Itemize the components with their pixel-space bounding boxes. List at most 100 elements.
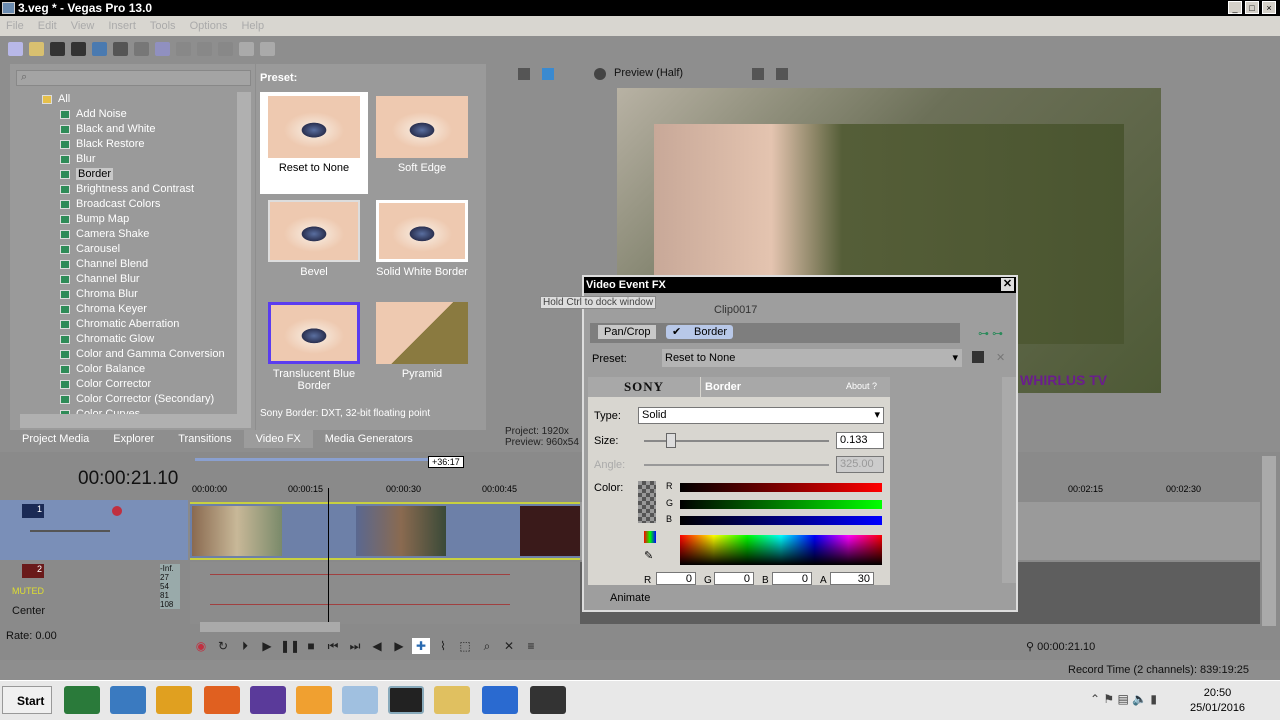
go-to-start-icon[interactable]: ⏮ <box>324 638 342 654</box>
explorer-taskbar-icon[interactable] <box>434 686 470 714</box>
selection-tool-icon[interactable]: ⬚ <box>456 638 474 654</box>
preset-soft-edge[interactable]: Soft Edge <box>368 96 476 174</box>
menu-edit[interactable]: Edit <box>38 16 57 36</box>
tree-item-black-restore[interactable]: Black Restore <box>20 137 236 152</box>
tab-media-generators[interactable]: Media Generators <box>313 430 425 448</box>
normal-edit-tool-icon[interactable]: ✚ <box>412 638 430 654</box>
g-input[interactable]: 0 <box>714 572 754 585</box>
size-slider-thumb[interactable] <box>666 433 676 448</box>
tree-item-blur[interactable]: Blur <box>20 152 236 167</box>
taskbar-app-icon[interactable] <box>110 686 146 714</box>
tree-item-broadcast-colors[interactable]: Broadcast Colors <box>20 197 236 212</box>
trim-icon[interactable]: ≡ <box>522 638 540 654</box>
new-icon[interactable] <box>8 42 23 56</box>
color-swatch[interactable] <box>638 481 656 523</box>
copy-icon[interactable] <box>155 42 170 56</box>
next-frame-icon[interactable]: ▶ <box>390 638 408 654</box>
tree-item-carousel[interactable]: Carousel <box>20 242 236 257</box>
tab-explorer[interactable]: Explorer <box>101 430 166 448</box>
tree-item-chromatic-glow[interactable]: Chromatic Glow <box>20 332 236 347</box>
tree-item-channel-blend[interactable]: Channel Blend <box>20 257 236 272</box>
headphones-icon[interactable] <box>530 686 566 714</box>
redo-icon[interactable] <box>218 42 233 56</box>
timeline-scrollbar[interactable] <box>200 622 340 632</box>
tree-horizontal-scrollbar[interactable] <box>20 414 251 428</box>
red-slider[interactable] <box>680 483 882 492</box>
save-preset-icon[interactable] <box>972 351 984 363</box>
system-tray-icons[interactable]: ⌃ ⚑ ▤ 🔈 ▮ <box>1090 692 1157 706</box>
color-spectrum[interactable] <box>680 535 882 565</box>
tab-transitions[interactable]: Transitions <box>166 430 243 448</box>
firefox-icon[interactable] <box>204 686 240 714</box>
angle-input[interactable]: 325.00 <box>836 456 884 473</box>
save-icon[interactable] <box>50 42 65 56</box>
composite-level-slider[interactable] <box>30 530 110 532</box>
taskbar-app-icon[interactable] <box>296 686 332 714</box>
eyedropper-icon[interactable]: ✎ <box>644 549 653 562</box>
dialog-title-bar[interactable]: Video Event FX ✕ <box>584 277 1016 293</box>
dialog-vertical-scrollbar[interactable] <box>1002 377 1016 583</box>
envelope-tool-icon[interactable]: ⌇ <box>434 638 452 654</box>
animate-button[interactable]: Animate <box>610 592 650 604</box>
tree-item-black-and-white[interactable]: Black and White <box>20 122 236 137</box>
previous-frame-icon[interactable]: ◀ <box>368 638 386 654</box>
delete-icon[interactable]: ✕ <box>500 638 518 654</box>
tree-item-chromatic-aberration[interactable]: Chromatic Aberration <box>20 317 236 332</box>
r-input[interactable]: 0 <box>656 572 696 585</box>
taskbar-app-icon[interactable] <box>156 686 192 714</box>
tree-item-color-curves[interactable]: Color Curves <box>20 407 236 414</box>
green-slider[interactable] <box>680 500 882 509</box>
preset-solid-white-border[interactable]: Solid White Border <box>368 200 476 278</box>
taskbar-app-icon[interactable] <box>250 686 286 714</box>
external-monitor-icon[interactable] <box>542 68 554 80</box>
tree-item-brightness-and-contrast[interactable]: Brightness and Contrast <box>20 182 236 197</box>
render-icon[interactable] <box>92 42 107 56</box>
zoom-tool-icon[interactable]: ⌕ <box>478 638 496 654</box>
preset-pyramid[interactable]: Pyramid <box>368 302 476 380</box>
menu-options[interactable]: Options <box>190 16 228 36</box>
fx-chain-pan-crop[interactable]: Pan/Crop <box>598 325 657 339</box>
angle-slider[interactable] <box>644 464 829 466</box>
record-icon[interactable]: ◉ <box>192 638 210 654</box>
video-track-lane[interactable] <box>190 502 580 560</box>
menu-insert[interactable]: Insert <box>108 16 136 36</box>
stop-icon[interactable]: ■ <box>302 638 320 654</box>
tree-item-border[interactable]: Border <box>20 167 236 182</box>
video-track-header[interactable]: 1 <box>0 500 188 560</box>
tree-item-bump-map[interactable]: Bump Map <box>20 212 236 227</box>
preset-bevel[interactable]: Bevel <box>260 200 368 278</box>
tree-item-all[interactable]: All <box>20 92 236 107</box>
b-input[interactable]: 0 <box>772 572 812 585</box>
playhead-cursor[interactable] <box>328 488 329 624</box>
video-clip[interactable] <box>356 506 446 556</box>
save-as-icon[interactable] <box>71 42 86 56</box>
vegas-taskbar-icon[interactable] <box>388 686 424 714</box>
tab-project-media[interactable]: Project Media <box>10 430 101 448</box>
menu-help[interactable]: Help <box>241 16 264 36</box>
preset-translucent-blue-border[interactable]: Translucent Blue Border <box>260 302 368 392</box>
type-dropdown[interactable]: Solid ▾ <box>638 407 884 424</box>
a-input[interactable]: 30 <box>830 572 874 585</box>
tree-item-chroma-blur[interactable]: Chroma Blur <box>20 287 236 302</box>
taskbar-app-icon[interactable] <box>482 686 518 714</box>
cut-icon[interactable] <box>134 42 149 56</box>
taskbar-app-icon[interactable] <box>342 686 378 714</box>
undo-icon[interactable] <box>197 42 212 56</box>
preview-quality-dropdown[interactable]: Preview (Half) <box>614 67 683 79</box>
dialog-close-button[interactable]: ✕ <box>1001 278 1014 291</box>
tree-item-color-corrector-secondary[interactable]: Color Corrector (Secondary) <box>20 392 236 407</box>
minimize-button[interactable]: _ <box>1228 1 1242 14</box>
fx-plugin-chain-icon[interactable]: ⊶ ⊶ <box>978 327 1003 340</box>
tree-item-color-corrector[interactable]: Color Corrector <box>20 377 236 392</box>
go-to-end-icon[interactable]: ⏭ <box>346 638 364 654</box>
menu-view[interactable]: View <box>71 16 95 36</box>
tree-item-channel-blur[interactable]: Channel Blur <box>20 272 236 287</box>
pause-icon[interactable]: ❚❚ <box>280 638 300 654</box>
tree-vertical-scrollbar[interactable] <box>237 92 251 414</box>
tree-item-camera-shake[interactable]: Camera Shake <box>20 227 236 242</box>
start-button[interactable]: Start <box>2 686 52 714</box>
video-clip[interactable] <box>192 506 282 556</box>
checkmark-icon[interactable]: ✔ <box>672 325 681 338</box>
tree-item-color-and-gamma-conversion[interactable]: Color and Gamma Conversion <box>20 347 236 362</box>
maximize-button[interactable]: □ <box>1245 1 1259 14</box>
